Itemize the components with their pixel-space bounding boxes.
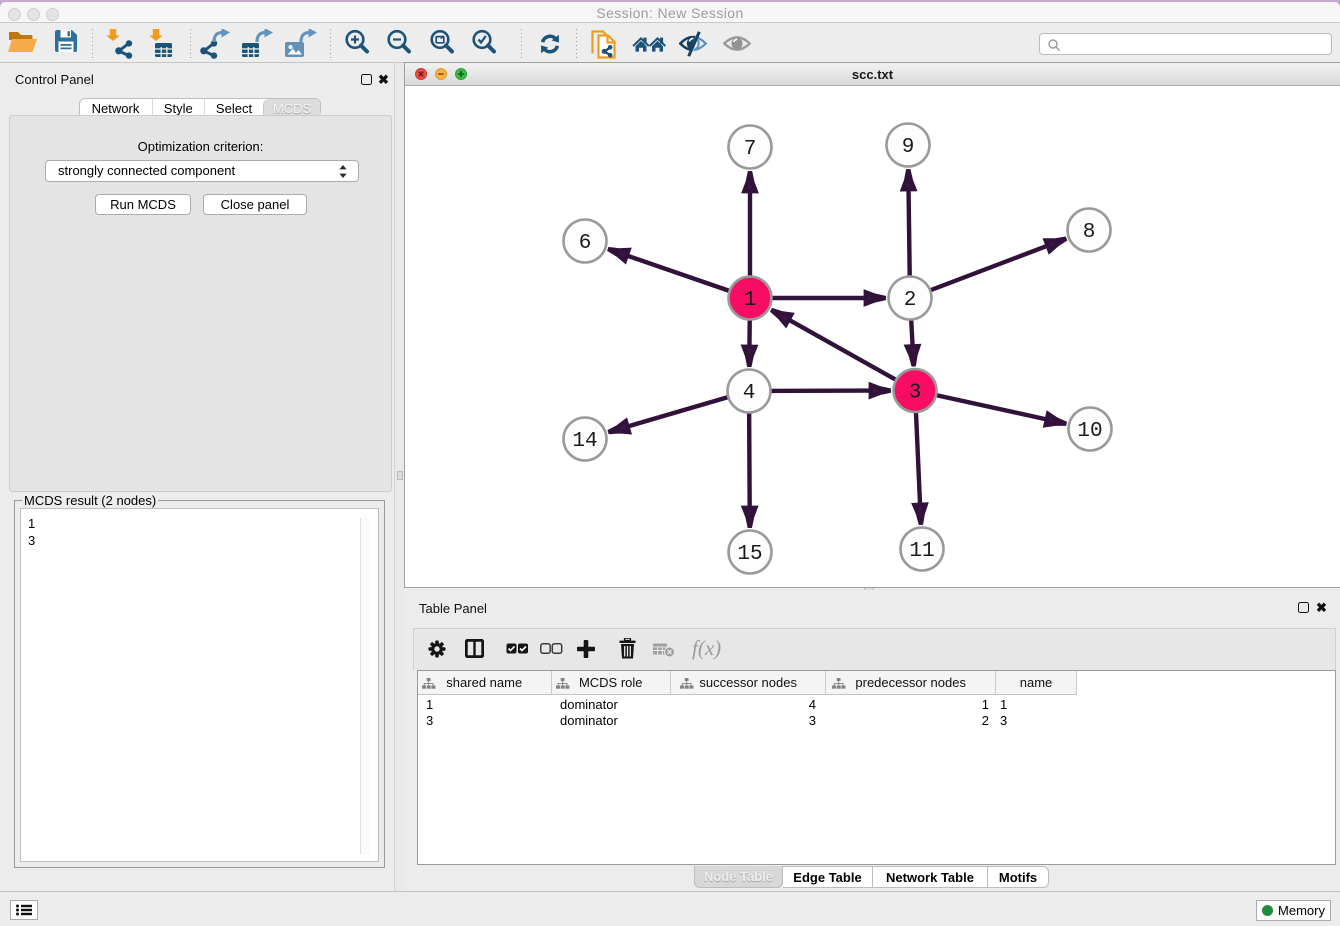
svg-text:11: 11 [909,540,934,563]
svg-text:8: 8 [1083,221,1096,244]
svg-text:15: 15 [737,543,762,566]
svg-text:9: 9 [902,136,915,159]
svg-text:10: 10 [1077,420,1102,443]
svg-text:1: 1 [744,289,757,312]
svg-text:3: 3 [909,382,922,405]
svg-text:2: 2 [904,289,917,312]
svg-text:14: 14 [572,430,597,453]
svg-text:7: 7 [744,138,757,161]
svg-text:6: 6 [579,232,592,255]
svg-text:4: 4 [743,382,756,405]
